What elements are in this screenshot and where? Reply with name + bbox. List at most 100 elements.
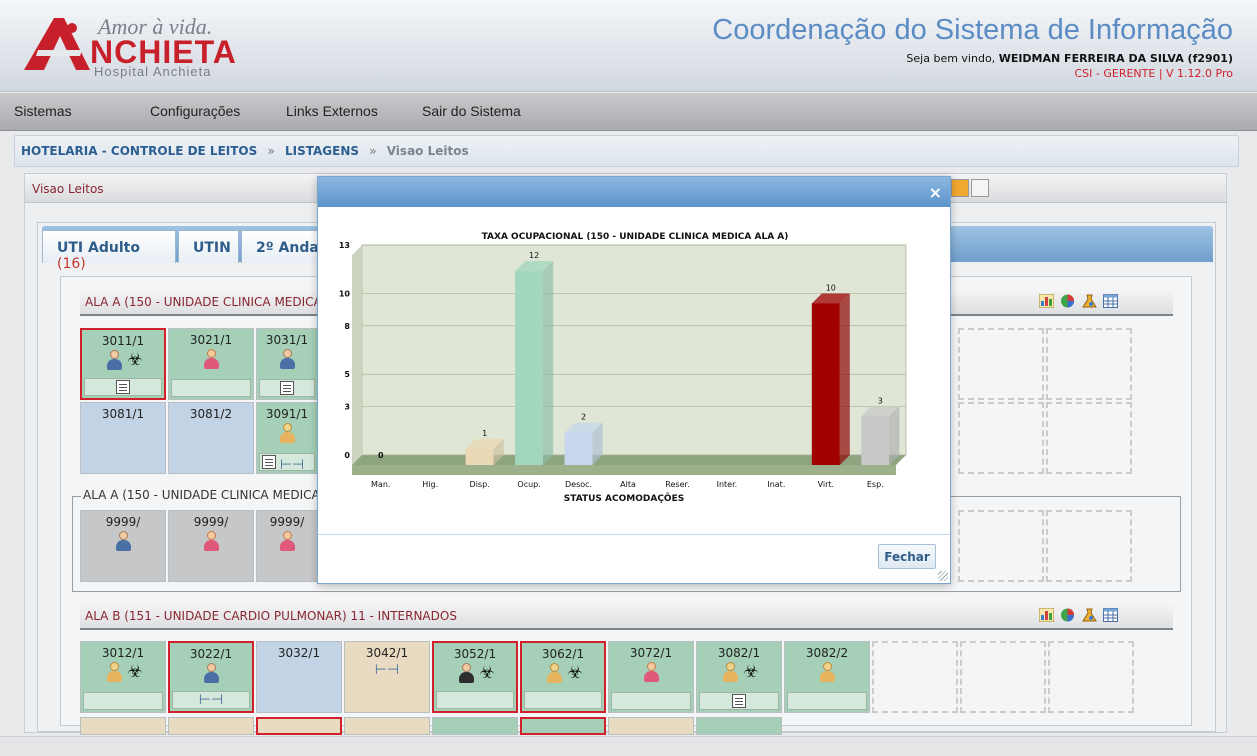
bed-tile[interactable]: 9999/ [256,510,318,582]
close-icon[interactable]: × [929,183,942,202]
bed-tile[interactable] [608,717,694,735]
bed-patient-icons [785,662,869,686]
x-tick-label: Alta [620,480,636,489]
note-icon[interactable] [116,380,130,394]
x-tick-label: Disp. [470,480,490,489]
empty-bed-slot [872,641,958,713]
menu-item-configuracoes[interactable]: Configurações [150,103,240,119]
empty-bed-slot [1046,510,1132,582]
bar-chart-icon[interactable] [1038,608,1054,622]
data-label: 10 [826,283,836,292]
menu-item-links-externos[interactable]: Links Externos [286,103,378,119]
bed-tile[interactable]: 3032/1 [256,641,342,713]
female-patient-icon [279,531,295,551]
bed-tile[interactable]: 3072/1 [608,641,694,713]
pie-chart-icon[interactable] [1060,294,1075,308]
bed-status-strip [699,692,779,710]
breadcrumb-listagens[interactable]: LISTAGENS [285,144,359,158]
bed-tile[interactable] [432,717,518,735]
note-icon[interactable] [280,381,294,395]
data-label: 1 [482,429,487,438]
bed-tile[interactable] [696,717,782,735]
bed-status-strip [436,691,514,709]
menu-item-sair[interactable]: Sair do Sistema [422,103,521,119]
biohazard-icon: ☣ [479,663,495,683]
tab-uti-adulto[interactable]: UTI Adulto (16) [42,230,176,272]
bed-tile[interactable] [168,717,254,735]
resize-handle[interactable] [938,571,948,581]
footer-bar [0,736,1257,756]
x-axis-label: STATUS ACOMODAÇÕES [564,492,684,504]
bed-tile[interactable]: 3042/1 ⊢⊣ [344,641,430,713]
biohazard-icon: ☣ [743,662,759,682]
bed-status-strip [171,379,251,397]
bed-patient-icons [257,531,317,555]
bed-number: 3011/1 [101,334,145,348]
bed-tile[interactable]: 3052/1 ☣ [432,641,518,713]
bed-patient-icons: ☣ [82,350,164,374]
bed-patient-icons: ☣ [81,662,165,686]
note-icon[interactable] [262,455,276,469]
bed-number: 3032/1 [277,646,321,660]
note-icon[interactable] [732,694,746,708]
bed-status-strip [83,692,163,710]
bed-tile[interactable]: 3031/1 [256,328,318,400]
male-patient-icon [458,663,475,683]
close-button[interactable]: Fechar [878,544,936,569]
bed-tile[interactable]: 3022/1 ⊢⊣ [168,641,254,713]
pie-chart-icon[interactable] [1060,608,1075,622]
bed-tile[interactable]: 3012/1 ☣ [80,641,166,713]
x-tick-label: Inat. [767,480,785,489]
bed-tile[interactable]: 3082/1 ☣ [696,641,782,713]
bed-tile[interactable]: 9999/ [168,510,254,582]
section-header: ALA B (151 - UNIDADE CARDIO PULMONAR) 11… [80,602,1173,630]
biohazard-icon: ☣ [127,350,143,370]
bed-patient-icons: ☣ [697,662,781,686]
dialog-titlebar[interactable]: × [318,177,950,207]
bed-tile[interactable]: 3091/1 ⊢⊣ [256,402,318,474]
table-icon[interactable] [1103,294,1118,308]
section-tools [1038,608,1121,624]
bed-tile[interactable]: 9999/ [80,510,166,582]
bed-tile[interactable]: 3021/1 [168,328,254,400]
bed-tile[interactable]: 3081/2 [168,402,254,474]
x-tick-label: Reser. [665,480,689,489]
empty-bed-slot [1046,402,1132,474]
bed-tile[interactable] [80,717,166,735]
flask-icon[interactable] [1081,608,1097,622]
bed-status-strip [84,378,162,396]
bed-tile[interactable] [344,717,430,735]
empty-bed-slot [960,641,1046,713]
table-icon[interactable] [1103,608,1118,622]
bed-patient-icons: ⊢⊣ [345,662,429,686]
bed-tile[interactable]: 3062/1 ☣ [520,641,606,713]
male-patient-icon [106,350,123,370]
bed-patient-icons [81,531,165,555]
menu-item-sistemas[interactable]: Sistemas [14,103,72,119]
chart-floor-front [352,465,896,475]
breadcrumb-separator: » [369,144,377,158]
section-title: ALA B (151 - UNIDADE CARDIO PULMONAR) 11… [85,609,457,623]
theme-swatch-orange[interactable] [951,179,969,197]
hospital-logo[interactable]: Amor à vida. NCHIETA Hospital Anchieta [20,12,236,80]
breadcrumb-hotelaria[interactable]: HOTELARIA - CONTROLE DE LEITOS [21,144,257,158]
app-header: Amor à vida. NCHIETA Hospital Anchieta C… [0,0,1257,92]
bed-tile[interactable]: 3011/1 ☣ [80,328,166,400]
bed-tile[interactable] [520,717,606,735]
data-label: 3 [878,397,883,406]
theme-swatch-white[interactable] [971,179,989,197]
tab-label: UTI Adulto [57,240,140,256]
bed-tile[interactable] [256,717,342,735]
flask-icon[interactable] [1081,294,1097,308]
female-patient-icon [203,531,219,551]
empty-bed-slot [958,402,1044,474]
bed-tile[interactable]: 3081/1 [80,402,166,474]
breadcrumb-bar: HOTELARIA - CONTROLE DE LEITOS » LISTAGE… [14,135,1239,167]
bed-number: 3022/1 [189,647,233,661]
bed-number: 3031/1 [265,333,309,347]
bar-chart-icon[interactable] [1038,294,1054,308]
bed-tile[interactable]: 3082/2 [784,641,870,713]
bed-icon: ⊢⊣ [198,692,224,708]
tab-utin[interactable]: UTIN [178,230,239,263]
bed-status-strip [787,692,867,710]
